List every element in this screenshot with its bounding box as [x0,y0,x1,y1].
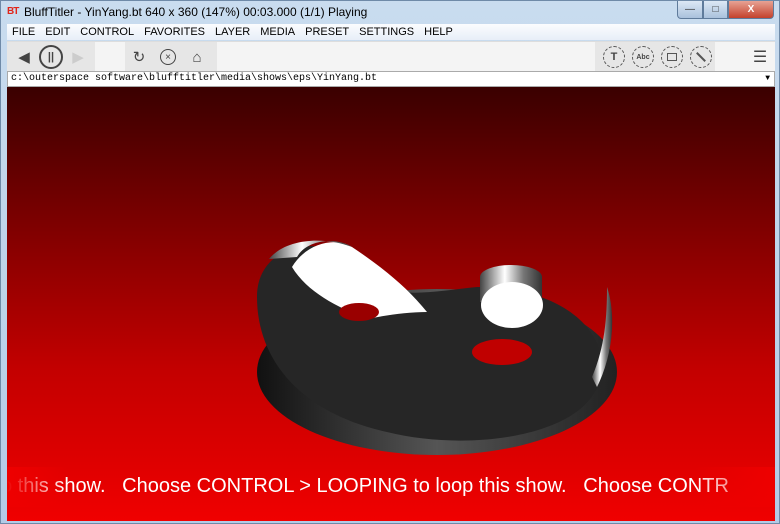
app-window: BT BluffTitler - YinYang.bt 640 x 360 (1… [0,0,780,524]
forward-button[interactable]: ▶ [67,46,89,68]
hamburger-icon: ☰ [752,49,768,66]
menu-favorites[interactable]: FAVORITES [139,24,210,40]
menu-preset[interactable]: PRESET [300,24,354,40]
menu-control[interactable]: CONTROL [75,24,139,40]
stop-icon: × [160,49,176,65]
menu-edit[interactable]: EDIT [40,24,75,40]
path-value: c:\outerspace software\blufftitler\media… [11,73,378,84]
pen-icon [696,52,706,62]
hole-black [339,303,379,321]
fade-left [7,467,67,507]
preview-viewport[interactable]: o this show. Choose CONTROL > LOOPING to… [7,87,775,521]
stop-button[interactable]: × [157,46,179,68]
window-title: BluffTitler - YinYang.bt 640 x 360 (147%… [24,5,368,19]
minimize-button[interactable]: — [677,1,703,19]
menu-bar: FILE EDIT CONTROL FAVORITES LAYER MEDIA … [7,24,775,40]
add-image-layer-button[interactable] [661,46,683,68]
back-button[interactable]: ◀ [13,46,35,68]
menu-file[interactable]: FILE [7,24,40,40]
add-draw-layer-button[interactable] [690,46,712,68]
arrow-left-icon: ◀ [18,49,30,66]
text-icon: T [610,51,618,63]
scrolling-text: o this show. Choose CONTROL > LOOPING to… [7,475,729,497]
menu-help[interactable]: HELP [419,24,458,40]
close-button[interactable]: X [728,1,774,19]
pause-icon: || [47,51,55,63]
dropdown-arrow-icon[interactable]: ▼ [765,74,770,83]
pause-button[interactable]: || [39,45,63,69]
reload-icon: ↻ [132,49,146,66]
yin-yang-3d [257,240,617,455]
abc-icon: Abc [636,53,650,61]
menu-media[interactable]: MEDIA [255,24,300,40]
white-dot [481,282,543,328]
add-abc-layer-button[interactable]: Abc [632,46,654,68]
reload-button[interactable]: ↻ [128,46,150,68]
menu-layer[interactable]: LAYER [210,24,255,40]
add-text-layer-button[interactable]: T [603,46,625,68]
image-icon [667,53,677,61]
maximize-button[interactable]: □ [703,1,728,19]
path-input[interactable]: c:\outerspace software\blufftitler\media… [7,71,775,87]
toolbar: ◀ || ▶ ↻ × ⌂ T Abc ☰ [7,41,775,72]
title-bar: BT BluffTitler - YinYang.bt 640 x 360 (1… [1,1,780,23]
arrow-right-icon: ▶ [72,49,84,66]
fade-right [695,467,775,507]
main-menu-button[interactable]: ☰ [749,46,771,68]
app-logo: BT [7,6,19,17]
home-button[interactable]: ⌂ [186,46,208,68]
hole-white [472,339,532,365]
menu-settings[interactable]: SETTINGS [354,24,419,40]
home-icon: ⌂ [192,48,202,66]
